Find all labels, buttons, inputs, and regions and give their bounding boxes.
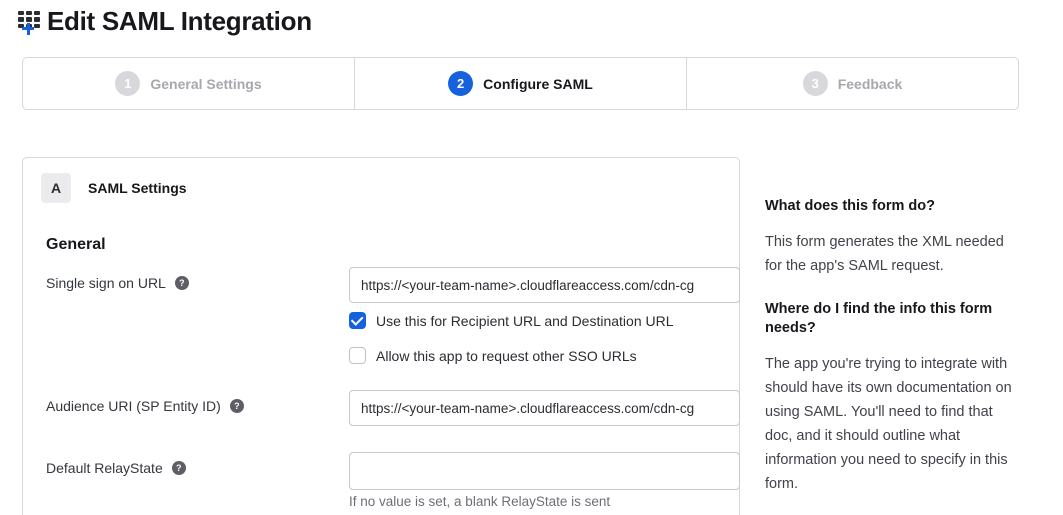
- help-section-title: Where do I find the info this form needs…: [765, 300, 1015, 339]
- help-section-title: What does this form do?: [765, 197, 1015, 217]
- audience-uri-label: Audience URI (SP Entity ID) ?: [46, 398, 244, 414]
- field-sso-url: Single sign on URL ?: [46, 275, 718, 293]
- relaystate-input[interactable]: [349, 452, 740, 490]
- field-default-relaystate: Default RelayState ? If no value is set,…: [46, 460, 718, 478]
- help-section-what: What does this form do? This form genera…: [765, 197, 1015, 278]
- help-section-where: Where do I find the info this form needs…: [765, 300, 1015, 496]
- question-icon[interactable]: ?: [172, 461, 186, 475]
- step-label: General Settings: [150, 76, 261, 92]
- recipient-url-checkbox-label: Use this for Recipient URL and Destinati…: [376, 313, 674, 329]
- other-sso-checkbox[interactable]: [349, 347, 366, 364]
- sso-url-input[interactable]: [349, 267, 740, 303]
- other-sso-checkbox-row[interactable]: Allow this app to request other SSO URLs: [349, 347, 637, 364]
- relaystate-label: Default RelayState ?: [46, 460, 186, 476]
- sso-url-label: Single sign on URL ?: [46, 275, 189, 291]
- relaystate-helper-text: If no value is set, a blank RelayState i…: [349, 494, 610, 509]
- step-number-badge: 3: [803, 71, 828, 96]
- recipient-url-checkbox[interactable]: [349, 312, 366, 329]
- other-sso-checkbox-label: Allow this app to request other SSO URLs: [376, 348, 637, 364]
- app-grid-plus-icon: [16, 7, 44, 37]
- question-icon[interactable]: ?: [175, 276, 189, 290]
- saml-settings-panel: A SAML Settings General Single sign on U…: [22, 157, 740, 515]
- panel-head: A SAML Settings: [23, 158, 739, 203]
- step-number-badge: 1: [115, 71, 140, 96]
- section-title: SAML Settings: [88, 180, 187, 196]
- audience-uri-input[interactable]: [349, 390, 740, 426]
- question-icon[interactable]: ?: [230, 399, 244, 413]
- step-general-settings[interactable]: 1 General Settings: [23, 58, 354, 109]
- page-header: Edit SAML Integration: [16, 6, 312, 37]
- help-section-body: This form generates the XML needed for t…: [765, 230, 1015, 278]
- recipient-url-checkbox-row[interactable]: Use this for Recipient URL and Destinati…: [349, 312, 674, 329]
- page-title: Edit SAML Integration: [47, 6, 312, 37]
- group-title-general: General: [46, 236, 739, 254]
- help-sidebar: What does this form do? This form genera…: [765, 197, 1015, 496]
- step-feedback[interactable]: 3 Feedback: [686, 58, 1018, 109]
- help-section-body: The app you're trying to integrate with …: [765, 352, 1015, 496]
- section-badge: A: [41, 173, 71, 203]
- field-audience-uri: Audience URI (SP Entity ID) ?: [46, 398, 718, 416]
- step-number-badge: 2: [448, 71, 473, 96]
- step-configure-saml[interactable]: 2 Configure SAML: [354, 58, 686, 109]
- wizard-stepper: 1 General Settings 2 Configure SAML 3 Fe…: [22, 57, 1019, 110]
- step-label: Configure SAML: [483, 76, 593, 92]
- step-label: Feedback: [838, 76, 903, 92]
